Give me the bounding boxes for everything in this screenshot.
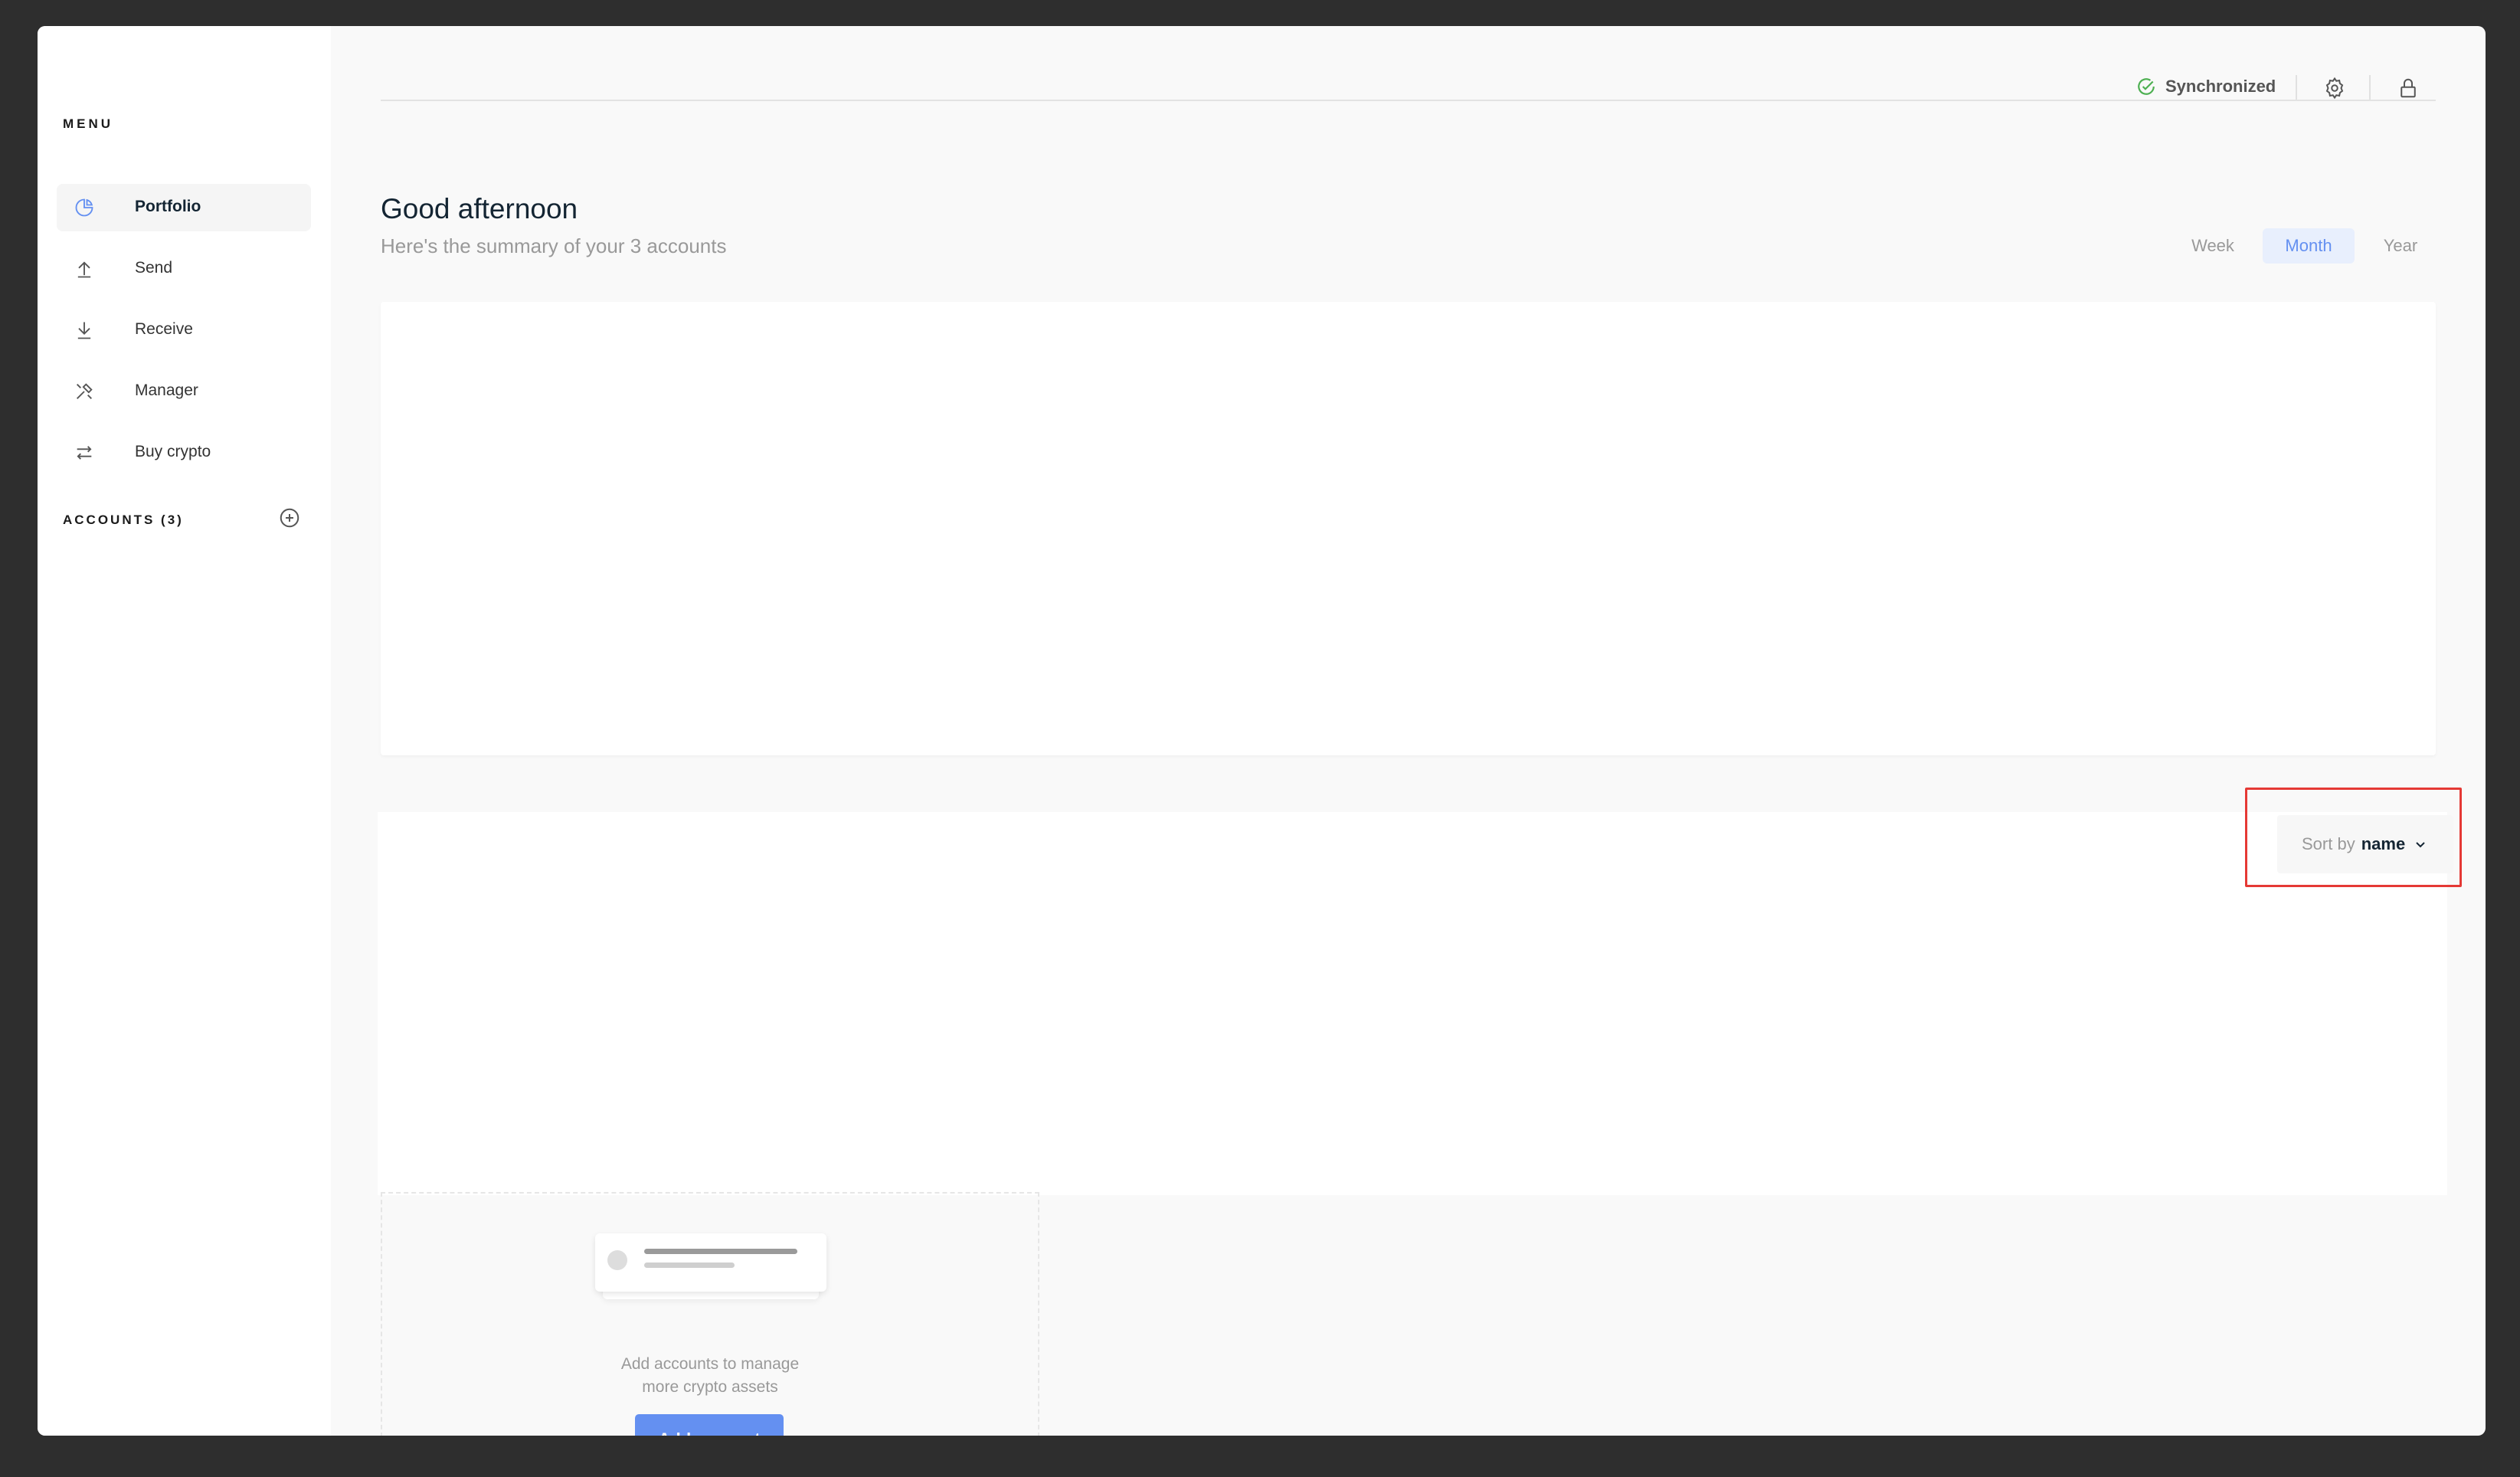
app-window: MENU Portfolio Send Receive Manager Buy … [38,26,2486,1436]
sync-status: Synchronized [2136,77,2276,97]
chevron-down-icon [2416,842,2425,848]
period-month-button[interactable]: Month [2263,228,2355,264]
sidebar-item-label: Send [135,259,173,277]
sidebar-item-portfolio[interactable]: Portfolio [57,184,311,231]
gear-icon[interactable] [2323,77,2346,100]
illustration-line [644,1249,797,1254]
period-year-button[interactable]: Year [2370,228,2431,264]
sort-prefix: Sort by [2302,834,2355,853]
accounts-title: ACCOUNTS (3) [63,513,184,527]
sidebar-item-label: Manager [135,382,198,399]
period-week-button[interactable]: Week [2182,228,2243,264]
page-subtitle: Here's the summary of your 3 accounts [381,234,727,257]
sidebar: MENU Portfolio Send Receive Manager Buy … [38,26,331,1436]
add-account-card: Add accounts to manage more crypto asset… [381,1192,1039,1436]
portfolio-icon [75,198,93,217]
sidebar-item-label: Portfolio [135,198,201,215]
accounts-list [378,812,2447,1195]
empty-state-line: Add accounts to manage [620,1355,800,1373]
illustration-line [644,1262,735,1268]
check-circle-icon [2138,78,2155,95]
account-illustration [595,1233,826,1292]
lock-icon[interactable] [2397,77,2420,100]
sort-dropdown[interactable]: Sort by name [2277,815,2453,873]
topbar-divider [2369,75,2371,100]
topbar-separator [381,100,2436,101]
buy-crypto-icon [77,446,92,460]
sort-value: name [2361,834,2406,853]
empty-state-text: Add accounts to manage more crypto asset… [382,1353,1038,1399]
menu-title: MENU [63,116,114,131]
sidebar-item-label: Buy crypto [135,443,211,460]
illustration-dot [607,1250,627,1270]
receive-icon [77,322,91,339]
empty-state-line: more crypto assets [642,1378,778,1396]
send-icon [77,261,91,278]
add-account-plus-icon[interactable] [278,506,301,529]
sync-label: Synchronized [2165,77,2276,96]
page-title: Good afternoon [381,193,578,224]
sidebar-item-manager[interactable]: Manager [57,368,311,415]
sidebar-item-buy-crypto[interactable]: Buy crypto [57,429,311,477]
topbar-divider [2296,75,2297,100]
sidebar-item-label: Receive [135,320,193,338]
add-account-button[interactable]: Add account [635,1414,784,1436]
portfolio-chart-card [381,302,2436,755]
sidebar-item-send[interactable]: Send [57,245,311,293]
sidebar-item-receive[interactable]: Receive [57,306,311,354]
manager-icon [77,383,93,399]
